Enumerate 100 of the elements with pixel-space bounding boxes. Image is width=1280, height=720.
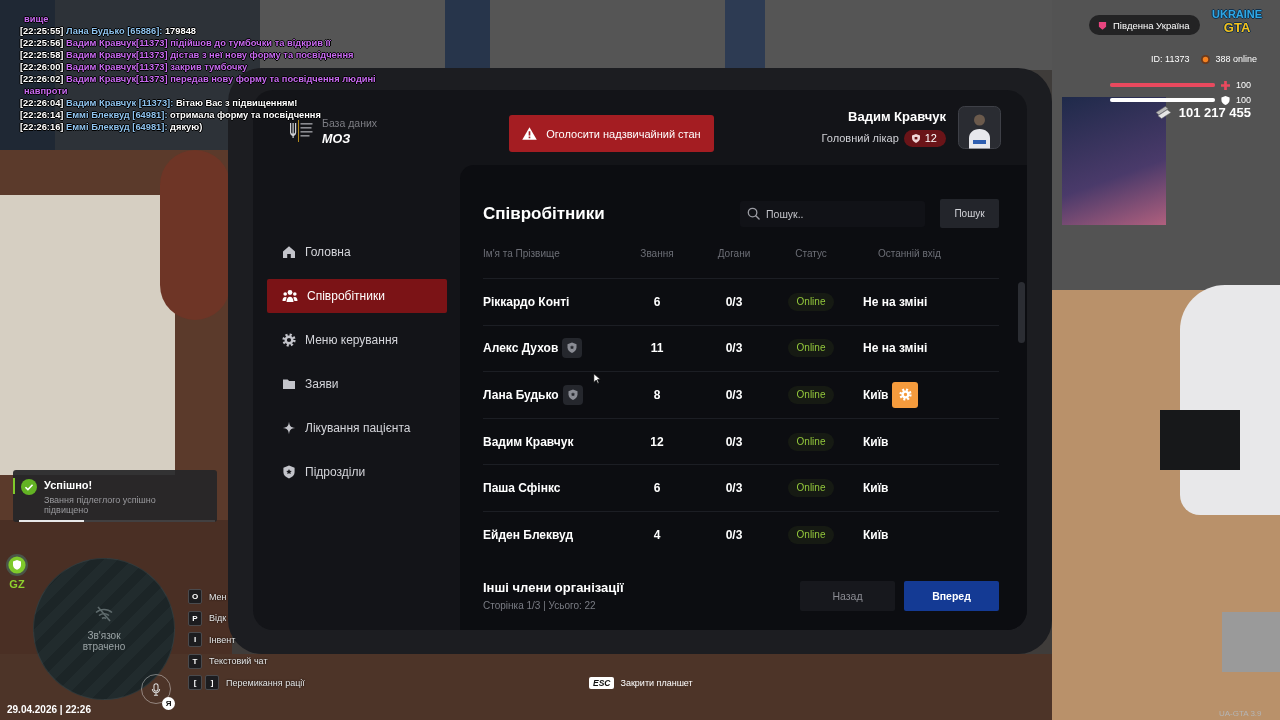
column-header: Догани [717,247,751,259]
warnings-value: 0/3 [725,294,743,309]
key-hint-label: Текстовий чат [209,656,268,666]
scrollbar-thumb[interactable] [1018,282,1025,343]
user-position: Головний лікар [821,132,899,144]
player-id: ID: 11373 [1151,54,1190,64]
section-title: Інші члени організації [483,580,624,596]
region-name: Південна Україна [1113,19,1190,31]
staff-name: Лана Будько [483,388,559,402]
warnings-value: 0/3 [725,527,743,542]
chat-line: [22:25:56] Вадим Кравчук[11373] підійшов до тумбочки та відкрив її [20,37,331,49]
search-icon [747,206,760,220]
banknotes-icon [1154,106,1172,119]
sidebar-item[interactable]: Підрозділи [267,455,447,489]
status-dot-icon [1201,54,1211,64]
staff-name: Ейден Блеквуд [483,527,574,542]
sidebar-item[interactable]: Лікування пацієнта [267,411,447,445]
folder-icon [282,377,296,391]
rank-value: 12 [650,434,664,449]
key-cap: O [188,589,202,604]
chat-line: [22:25:55] Лана Будько [65886]: 179848 [20,25,196,37]
zone-label: GZ [9,578,25,590]
search-button[interactable]: Пошук [940,199,999,228]
last-login-text: Не на зміні [863,294,928,309]
sidebar-item[interactable]: Заяви [267,367,447,401]
page-info: Сторінка 1/3 | Усього: 22 [483,600,596,612]
warnings-value: 0/3 [725,341,743,356]
shield-icon [282,465,296,479]
key-cap: I [188,632,202,647]
cursor-icon [593,373,601,384]
version-label: UA-GTA 3.9 [1219,709,1262,718]
staff-name: Алекс Духов [483,341,559,356]
status-badge: Online [787,525,835,544]
rank-value: 4 [653,527,661,542]
chat-line: вище [23,13,49,25]
chat-line: [22:26:02] Вадим Кравчук[11373] передав нову форму та посвідчення людині [20,73,376,85]
rank-value: 6 [653,294,661,309]
warnings-value: 0/3 [725,434,743,449]
rank-value: 11 [650,341,664,356]
search-field[interactable]: Пошук.. [740,200,925,227]
emergency-button[interactable]: Оголосити надзвичайний стан [509,115,714,152]
status-badge: Online [787,339,835,358]
armor-value: 100 [1236,95,1252,105]
health-value: 100 [1236,80,1252,90]
check-icon [21,479,37,495]
column-header: Статус [795,247,827,259]
status-badge: Online [787,432,835,451]
last-login-text: Київ [863,527,889,542]
last-login-text: Київ [863,434,889,449]
key-hint-label: Мен [209,591,227,602]
staff-name: Вадим Кравчук [483,434,574,449]
sidebar-item[interactable]: Меню керування [267,323,447,357]
chat-line: [22:26:14] Еммі Блеквуд [64981]: отримала форму та посвідчення [20,109,321,121]
key-cap: ESC [589,677,615,689]
last-login-text: Не на зміні [863,341,928,356]
logo-caption: База даних [322,116,378,129]
gear-icon [898,388,912,402]
status-badge: Online [787,292,835,311]
key-hint-label: Відк [209,613,227,623]
key-cap: ] [205,675,219,690]
settings-button[interactable] [892,382,919,408]
status-badge: Online [787,386,835,404]
microphone-icon [151,682,161,696]
sidebar-item[interactable]: Співробітники [267,279,447,313]
last-login-text: Київ [863,481,889,496]
rank-value: 8 [653,388,661,402]
warning-icon [522,127,538,140]
staff-name: Ріккардо Конті [483,294,570,309]
shield-icon [1098,20,1107,30]
chat-line: [22:26:04] Вадим Кравчук [11373]: Вітаю Вас з підвищенням! [20,97,298,109]
connection-status: Зв'язок втрачено [81,630,127,652]
key-hint-label: Перемикання рації [226,677,305,688]
people-icon [282,289,298,303]
key-hint-label: Інвент [209,634,236,645]
home-icon [282,245,296,259]
organization-name: МОЗ [322,131,351,146]
column-header: Останній вхід [878,247,941,259]
chat-line: [22:26:00] Вадим Кравчук[11373] закрив тумбочку [20,61,248,73]
rank-value: 6 [653,481,661,496]
column-header: Ім'я та Прізвище [483,247,560,259]
online-count: 388 online [1215,54,1257,64]
date-time: 29.04.2026 | 22:26 [7,704,91,715]
notification-title: Успішно! [44,479,93,492]
sidebar-item[interactable]: Головна [267,235,447,269]
rank-number: 12 [924,132,937,144]
column-header: Звання [640,247,674,259]
warnings-value: 0/3 [725,481,743,496]
chat-line: [22:25:58] Вадим Кравчук[11373] дістав з неї нову форму та посвідчення [20,49,354,61]
key-cap: [ [188,675,202,690]
staff-name: Паша Сфінкс [483,481,561,496]
pagination-button[interactable]: Вперед [904,580,999,611]
chat-line: навпроти [23,85,68,97]
wifi-off-icon [94,606,114,622]
game-logo: UKRAINE GTA [1212,9,1263,34]
shield-icon [911,133,920,143]
shield-icon [6,554,28,576]
page-title: Співробітники [483,203,606,224]
key-hint-label: Закрити планшет [620,678,693,688]
money-amount: 101 217 455 [1178,105,1251,120]
sparkle-icon [282,421,296,435]
